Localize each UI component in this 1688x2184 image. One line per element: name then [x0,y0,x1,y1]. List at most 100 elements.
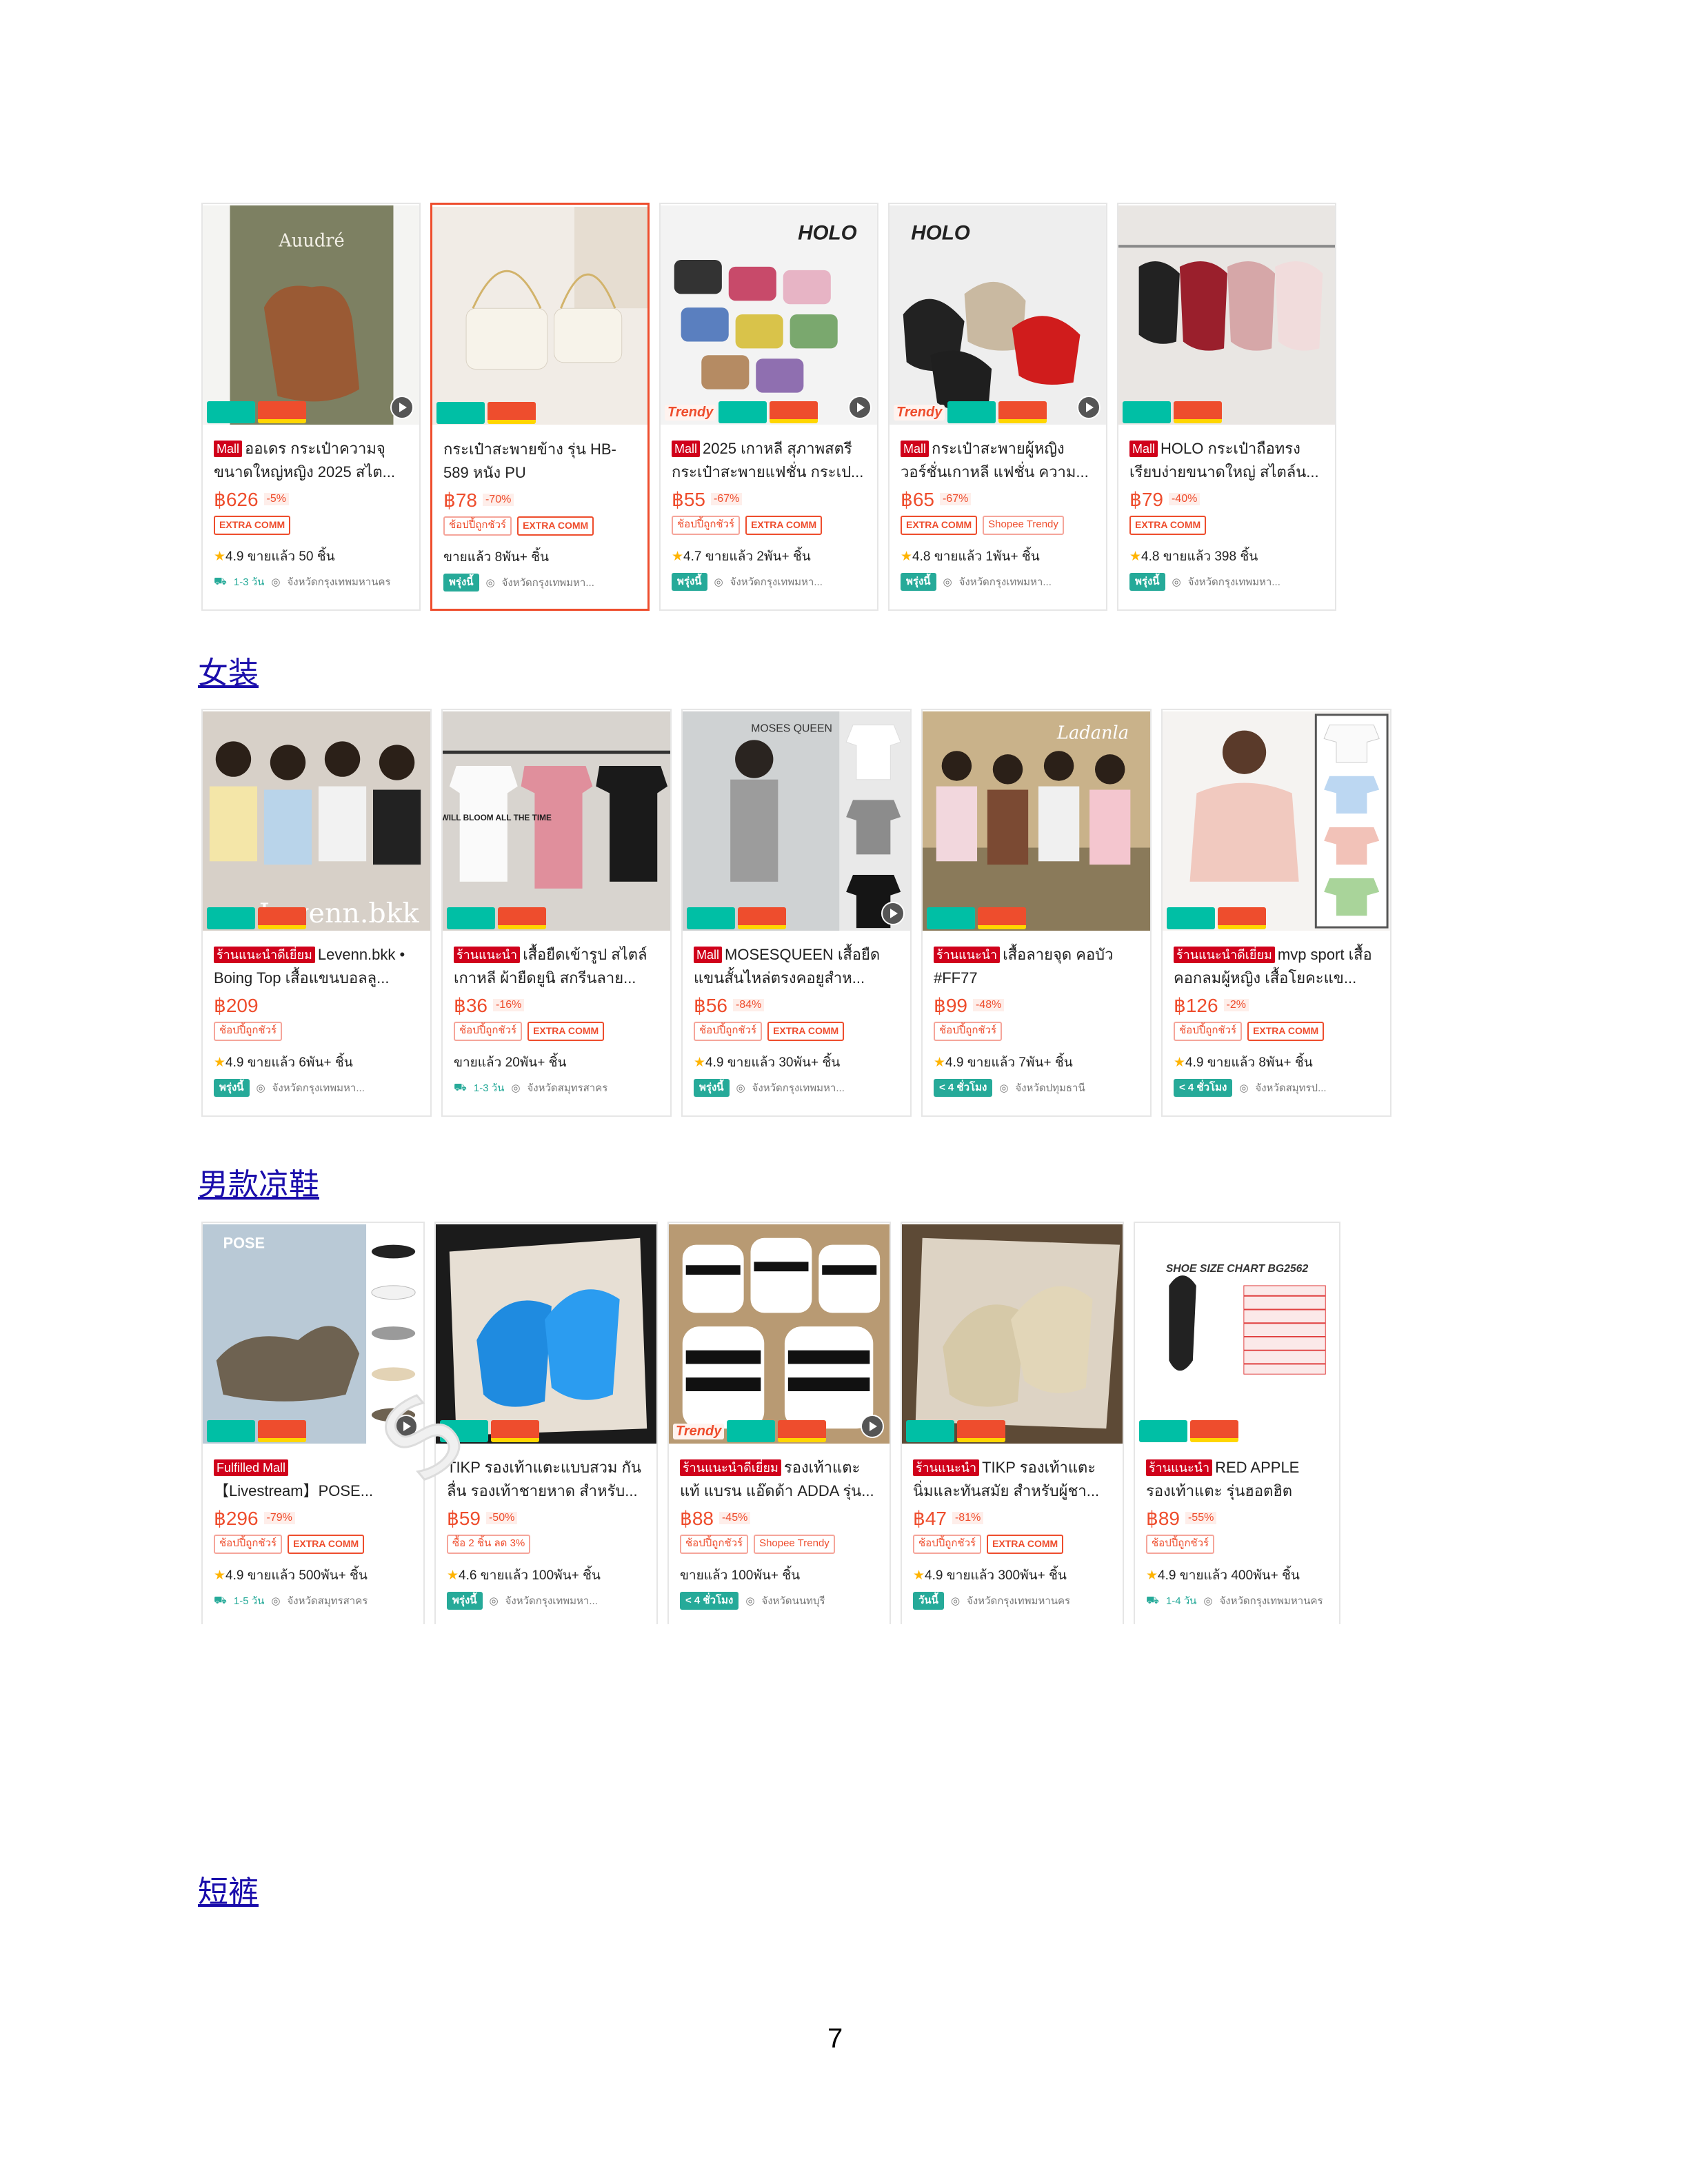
product-title: Mall HOLO กระเป๋าถือทรงเรียบง่ายขนาดใหญ่ … [1129,440,1319,481]
product-title: TIKP รองเท้าแตะแบบสวม กันลื่น รองเท้าชาย… [447,1459,641,1499]
price: ฿65 [901,488,934,510]
product-card[interactable]: HOLO Trendy Mall กระเป๋าสะพายผู้หญิง วอร์… [888,203,1107,611]
product-image: Trendy [669,1223,890,1445]
section-link-shorts[interactable]: 短裤 [198,1867,259,1911]
truck-icon: ⛟ [214,1594,227,1606]
play-icon[interactable] [861,1415,884,1438]
shipping-badge: พรุ่งนี้ [694,1079,730,1097]
product-card[interactable]: Trendy ร้านแนะนำดีเยี่ยม รองเท้าแตะ แท้ แ… [667,1222,891,1624]
price: ฿626 [214,488,259,510]
mall-tag: Mall [1129,441,1158,457]
play-icon[interactable] [1077,396,1101,419]
location-icon: ◎ [511,1082,521,1094]
section-link-mens-sandals[interactable]: 男款凉鞋 [198,1160,319,1204]
sold-count: ★4.7 ขายแล้ว 2พัน+ ชิ้น [672,549,811,564]
discount-badge: -5% [263,493,289,505]
fulfilled-mall-tag: Fulfilled Mall [214,1459,289,1476]
shipping-info: ⛟ 1-3 วัน ◎ จังหวัดกรุงเทพมหานคร [214,575,391,589]
price: ฿78 [443,489,477,511]
product-image: SHOE SIZE CHART BG2562 [1135,1223,1339,1445]
discount-badge: -16% [492,999,525,1011]
product-card[interactable]: Auudré Mall ออเดร กระเป๋าความจุขนาดใหญ่หญ… [201,203,421,611]
star-icon: ★ [1174,1055,1186,1070]
shipping-badge: วันนี้ [913,1592,944,1610]
product-card[interactable]: BOSE WILL BLOOM ALL THE TIME ร้านแนะนำเส… [441,709,672,1117]
product-image [436,1223,656,1445]
product-card[interactable]: MOSES QUEEN Mall MOSESQUEEN เสื้อยืดแขนสั… [681,709,912,1117]
sold-count: ★4.8 ขายแล้ว 398 ชิ้น [1129,549,1258,564]
price: ฿36 [454,994,488,1016]
discount-badge: -48% [972,999,1005,1011]
star-icon: ★ [934,1055,946,1070]
star-icon: ★ [214,1055,226,1070]
product-image [902,1223,1123,1445]
chip: ช้อปปี้ถูกชัวร์ [694,1022,763,1041]
shipping-info: พรุ่งนี้ ◎ จังหวัดกรุงเทพมหา... [214,1078,423,1098]
product-title: ร้านแนะนำดีเยี่ยม Levenn.bkk • Boing Top … [214,946,405,987]
product-card[interactable]: TIKP รองเท้าแตะแบบสวม กันลื่น รองเท้าชาย… [434,1222,658,1624]
chip: ช้อปปี้ถูกชัวร์ [913,1535,982,1554]
shipping-badge: พรุ่งนี้ [214,1079,250,1097]
product-card[interactable]: Levenn.bkk ร้านแนะนำดีเยี่ยม Levenn.bkk •… [201,709,432,1117]
sold-count: ★4.9 ขายแล้ว 300พัน+ ชิ้น [913,1568,1067,1583]
sold-count: ★4.9 ขายแล้ว 6พัน+ ชิ้น [214,1055,353,1070]
play-icon[interactable] [881,902,905,925]
shipping-badge: พรุ่งนี้ [1129,573,1165,591]
product-image: POSE [203,1223,423,1445]
product-title: Mall ออเดร กระเป๋าความจุขนาดใหญ่หญิง 2025… [214,440,395,481]
discount-badge: -40% [1168,493,1200,505]
sold-count: ★4.9 ขายแล้ว 30พัน+ ชิ้น [694,1055,841,1070]
image-brand-label: POSE [223,1235,265,1252]
chip: Shopee Trendy [754,1535,835,1554]
sold-count: ขายแล้ว 8พัน+ ชิ้น [443,550,549,565]
chip: ช้อปปี้ถูกชัวร์ [454,1022,523,1041]
product-card[interactable]: ร้านแนะนำ TIKP รองเท้าแตะ นิ่มและทันสมัย … [901,1222,1124,1624]
product-card[interactable]: HOLO Trendy Mall 2025 เกาหลี สุภาพสตรี กร… [659,203,878,611]
chip: ช้อปปี้ถูกชัวร์ [680,1535,749,1554]
chip: EXTRA COMM [517,516,594,536]
price: ฿56 [694,994,727,1016]
discount-badge: -81% [952,1512,984,1524]
location-icon: ◎ [714,576,723,588]
product-card[interactable]: Ladanla ร้านแนะนำ เสื้อลายจุด คอบัว #FF77… [921,709,1152,1117]
location-icon: ◎ [1203,1595,1213,1607]
product-card[interactable]: Mall HOLO กระเป๋าถือทรงเรียบง่ายขนาดใหญ่ … [1117,203,1336,611]
chip: ซื้อ 2 ชิ้น ลด 3% [447,1535,531,1554]
discount-badge: -67% [710,493,743,505]
chip: ช้อปปี้ถูกชัวร์ [214,1535,283,1554]
chip: EXTRA COMM [745,516,823,535]
image-brand-label: Auudré [278,230,344,251]
product-image: HOLO Trendy [661,204,877,426]
shipping-badge: < 4 ชั่วโมง [680,1592,739,1610]
play-icon[interactable] [848,396,872,419]
product-image [432,205,647,427]
mall-tag: Mall [694,947,723,963]
product-title: Mall 2025 เกาหลี สุภาพสตรี กระเป๋าสะพายแฟ… [672,440,864,481]
discount-badge: -50% [485,1512,518,1524]
product-card[interactable]: POSE Fulfilled Mall 【Livestream】POSE... ฿… [201,1222,425,1624]
chip: EXTRA COMM [901,516,978,535]
image-brand-label: MOSES QUEEN [751,723,832,735]
chip: EXTRA COMM [1247,1022,1325,1041]
product-card[interactable]: กระเป๋าสะพายข้าง รุ่น HB-589 หนัง PU ฿78… [430,203,650,611]
image-brand-label: Ladanla [1056,722,1129,743]
section-link-womens-clothing[interactable]: 女装 [198,648,259,692]
play-icon[interactable] [394,1415,418,1438]
sold-count: ขายแล้ว 20พัน+ ชิ้น [454,1055,567,1070]
location-icon: ◎ [999,1082,1009,1094]
shop-tag: ร้านแนะนำดีเยี่ยม [214,947,315,963]
truck-icon: ⛟ [214,575,227,587]
play-icon[interactable] [390,396,414,419]
product-row-sandals: POSE Fulfilled Mall 【Livestream】POSE... ฿… [201,1222,1340,1624]
chip: ช้อปปี้ถูกชัวร์ [1174,1022,1243,1041]
product-card[interactable]: ร้านแนะนำดีเยี่ยม mvp sport เสื้อคอกลมผู้… [1161,709,1391,1117]
chip: ช้อปปี้ถูกชัวร์ [214,1022,283,1041]
mall-tag: Mall [214,441,243,457]
price: ฿209 [214,994,259,1016]
product-card[interactable]: SHOE SIZE CHART BG2562 ร้านแนะนำ RED APPL… [1134,1222,1340,1624]
sold-count: ขายแล้ว 100พัน+ ชิ้น [680,1568,801,1583]
location-icon: ◎ [736,1082,745,1094]
product-image: MOSES QUEEN [683,710,910,932]
shipping-info: พรุ่งนี้ ◎ จังหวัดกรุงเทพมหา... [1129,572,1328,592]
sold-count: ★4.6 ขายแล้ว 100พัน+ ชิ้น [447,1568,601,1583]
